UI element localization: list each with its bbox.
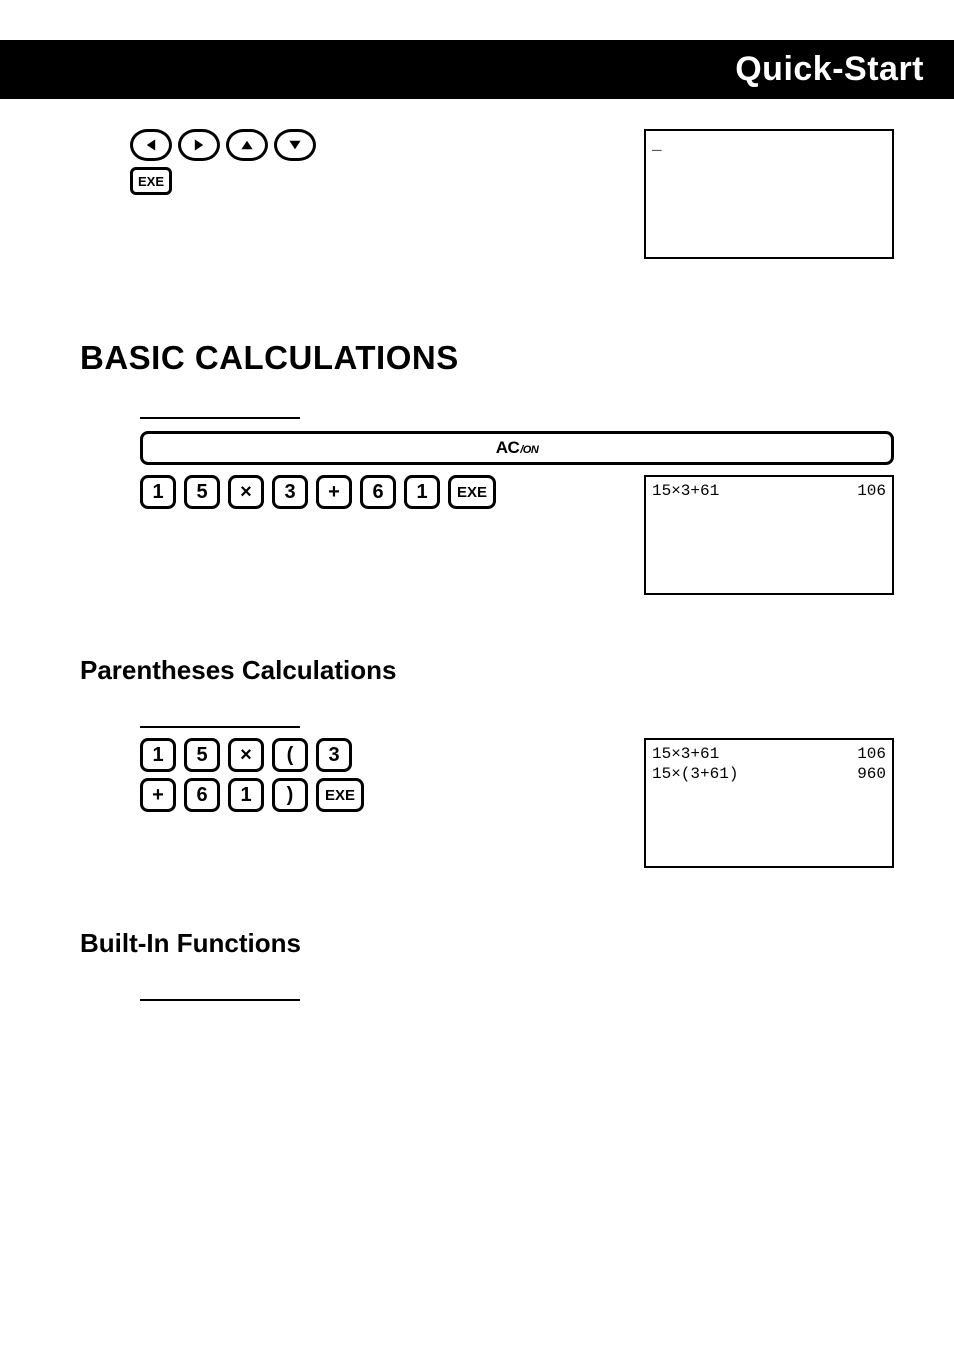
- exe-label: EXE: [138, 174, 164, 189]
- lcd-paren-expr2: 15×(3+61): [652, 764, 738, 784]
- key-p5[interactable]: 5: [184, 738, 220, 772]
- triangle-right-icon: [192, 138, 206, 152]
- key-3[interactable]: 3: [272, 475, 308, 509]
- key-p1b[interactable]: 1: [228, 778, 264, 812]
- ac-on-key[interactable]: AC /ON: [140, 431, 894, 465]
- lcd-paren-result2: 960: [857, 764, 886, 784]
- key-6[interactable]: 6: [360, 475, 396, 509]
- key-pmul[interactable]: ×: [228, 738, 264, 772]
- up-arrow-key[interactable]: [226, 129, 268, 161]
- key-pexe[interactable]: EXE: [316, 778, 364, 812]
- exe-key[interactable]: EXE: [130, 167, 172, 195]
- basic-calculations-heading: BASIC CALCULATIONS: [80, 339, 894, 377]
- triangle-left-icon: [144, 138, 158, 152]
- key-p1[interactable]: 1: [140, 738, 176, 772]
- key-close-paren[interactable]: ): [272, 778, 308, 812]
- basic-op-row: 1 5 × 3 + 6 1 EXE 15×3+61 106: [80, 475, 894, 595]
- on-label: /ON: [520, 444, 538, 456]
- right-arrow-key[interactable]: [178, 129, 220, 161]
- basic-key-sequence: 1 5 × 3 + 6 1 EXE: [140, 475, 496, 509]
- paren-key-sequence: 1 5 × ( 3 + 6 1 ) EXE: [140, 738, 370, 812]
- down-arrow-key[interactable]: [274, 129, 316, 161]
- key-p6[interactable]: 6: [184, 778, 220, 812]
- key-multiply[interactable]: ×: [228, 475, 264, 509]
- header-title: Quick-Start: [735, 50, 924, 88]
- builtin-heading: Built-In Functions: [80, 928, 894, 959]
- triangle-down-icon: [288, 138, 302, 152]
- divider-1: [140, 417, 300, 419]
- ac-label: AC: [496, 438, 520, 458]
- lcd-basic-result: 106: [857, 481, 886, 501]
- key-5[interactable]: 5: [184, 475, 220, 509]
- key-plus[interactable]: +: [316, 475, 352, 509]
- key-exe[interactable]: EXE: [448, 475, 496, 509]
- key-pplus[interactable]: +: [140, 778, 176, 812]
- divider-3: [140, 999, 300, 1001]
- key-1[interactable]: 1: [140, 475, 176, 509]
- lcd-basic-expr: 15×3+61: [652, 481, 719, 501]
- left-arrow-key[interactable]: [130, 129, 172, 161]
- paren-op-row: 1 5 × ( 3 + 6 1 ) EXE 15×3+61 106 15×(3+…: [80, 738, 894, 868]
- divider-2: [140, 726, 300, 728]
- key-open-paren[interactable]: (: [272, 738, 308, 772]
- cursor-keys: EXE: [130, 129, 316, 195]
- cursor-and-lcd-row: EXE _: [80, 129, 894, 259]
- header-band: Quick-Start: [0, 40, 954, 99]
- lcd-paren-expr1: 15×3+61: [652, 744, 719, 764]
- lcd-screen-top: _: [644, 129, 894, 259]
- lcd-screen-paren: 15×3+61 106 15×(3+61) 960: [644, 738, 894, 868]
- lcd-paren-result1: 106: [857, 744, 886, 764]
- lcd-screen-basic: 15×3+61 106: [644, 475, 894, 595]
- key-1b[interactable]: 1: [404, 475, 440, 509]
- triangle-up-icon: [240, 138, 254, 152]
- parentheses-heading: Parentheses Calculations: [80, 655, 894, 686]
- key-p3[interactable]: 3: [316, 738, 352, 772]
- lcd-cursor: _: [652, 135, 662, 155]
